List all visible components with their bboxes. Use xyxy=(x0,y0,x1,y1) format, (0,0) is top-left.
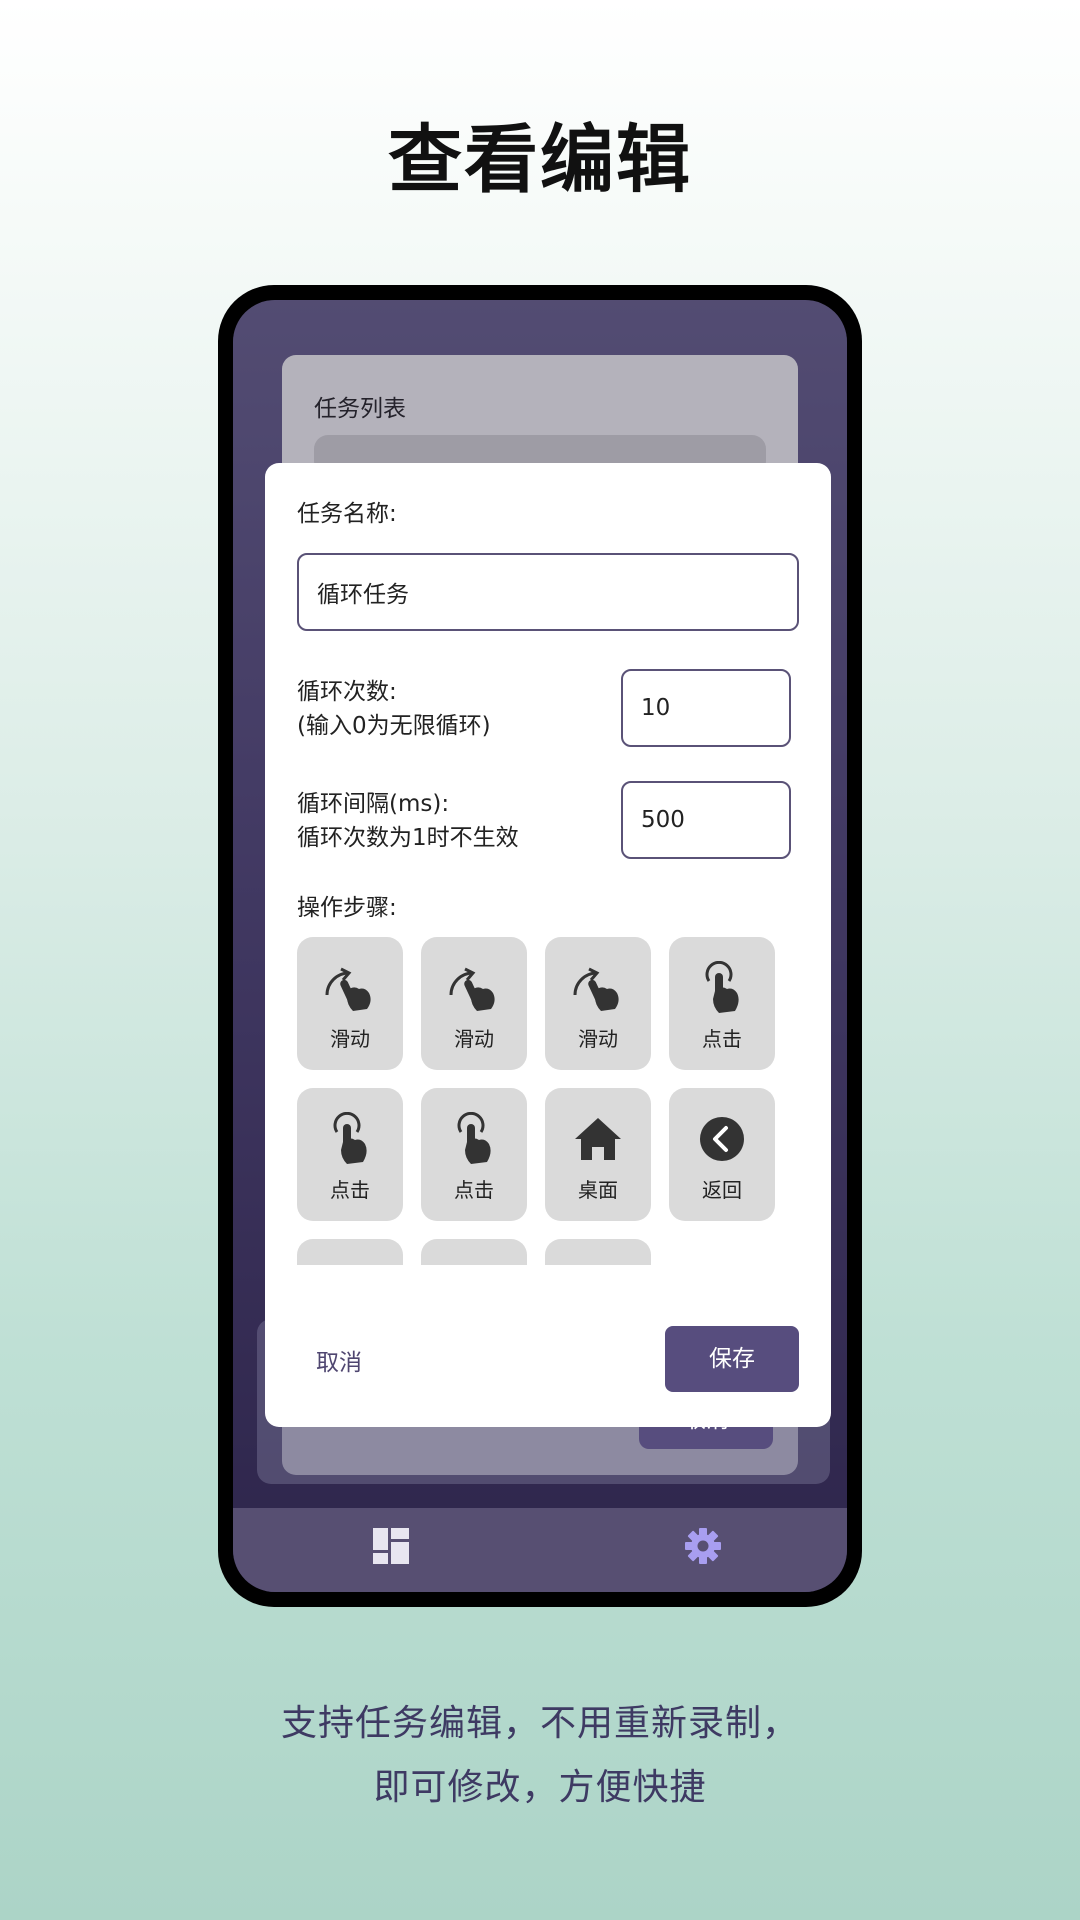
step-tile[interactable] xyxy=(421,1239,527,1265)
step-label: 点击 xyxy=(330,1178,370,1202)
loop-count-label: 循环次数: xyxy=(297,679,397,705)
step-tile[interactable] xyxy=(297,1239,403,1265)
step-label: 桌面 xyxy=(578,1178,618,1202)
step-tile[interactable]: 点击 xyxy=(421,1088,527,1221)
step-icon xyxy=(323,1263,377,1265)
caption-line-1: 支持任务编辑，不用重新录制， xyxy=(280,1703,799,1744)
step-tile[interactable]: 返回 xyxy=(669,1088,775,1221)
save-button[interactable]: 保存 xyxy=(665,1326,799,1392)
step-tile[interactable]: 滑动 xyxy=(545,937,651,1070)
dashboard-icon[interactable] xyxy=(373,1528,409,1564)
swipe-icon xyxy=(571,961,625,1015)
home-icon xyxy=(571,1112,625,1166)
cancel-button[interactable]: 取消 xyxy=(316,1343,362,1377)
feature-caption: 支持任务编辑，不用重新录制， 即可修改，方便快捷 xyxy=(0,1692,1080,1820)
page-headline: 查看编辑 xyxy=(388,117,692,203)
loop-count-hint: (输入0为无限循环) xyxy=(297,713,491,739)
step-tile[interactable]: 点击 xyxy=(297,1088,403,1221)
loop-interval-input[interactable]: 500 xyxy=(621,781,791,859)
step-tile[interactable]: 滑动 xyxy=(297,937,403,1070)
step-label: 滑动 xyxy=(330,1027,370,1051)
back-icon xyxy=(695,1112,749,1166)
step-icon xyxy=(447,1263,501,1265)
tap-icon xyxy=(695,960,749,1015)
loop-interval-label: 循环间隔(ms): xyxy=(297,791,450,817)
task-name-input[interactable]: 循环任务 xyxy=(297,553,799,631)
swipe-icon xyxy=(323,961,377,1015)
task-name-label: 任务名称: xyxy=(297,501,397,527)
edit-task-dialog: 任务名称: 循环任务 循环次数: (输入0为无限循环) 10 循环间隔(ms):… xyxy=(265,463,831,1427)
step-tile[interactable]: 滑动 xyxy=(421,937,527,1070)
gear-icon[interactable] xyxy=(683,1526,723,1566)
caption-line-2: 即可修改，方便快捷 xyxy=(373,1767,707,1808)
step-label: 滑动 xyxy=(454,1027,494,1051)
step-tile[interactable] xyxy=(545,1239,651,1265)
step-label: 滑动 xyxy=(578,1027,618,1051)
step-label: 点击 xyxy=(702,1027,742,1051)
step-tile[interactable]: 桌面 xyxy=(545,1088,651,1221)
loop-count-input[interactable]: 10 xyxy=(621,669,791,747)
steps-grid[interactable]: 滑动 滑动 滑动 点击 点击 点击 桌面 返回 xyxy=(297,937,837,1265)
step-tile[interactable]: 点击 xyxy=(669,937,775,1070)
loop-interval-hint: 循环次数为1时不生效 xyxy=(297,825,519,851)
step-icon xyxy=(571,1263,625,1265)
steps-label: 操作步骤: xyxy=(297,895,397,921)
step-label: 返回 xyxy=(702,1178,742,1202)
tap-icon xyxy=(323,1111,377,1166)
bottom-navigation xyxy=(233,1508,847,1592)
swipe-icon xyxy=(447,961,501,1015)
tap-icon xyxy=(447,1111,501,1166)
step-label: 点击 xyxy=(454,1178,494,1202)
